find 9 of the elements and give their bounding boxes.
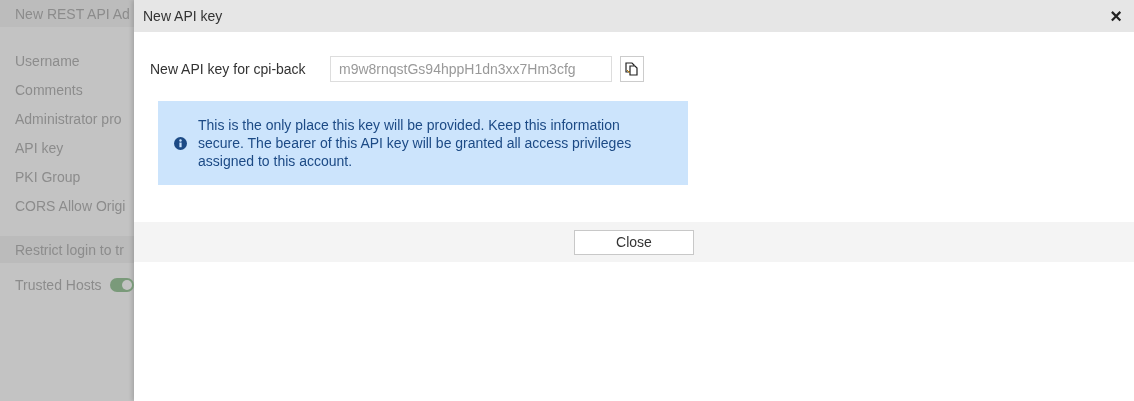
info-message: This is the only place this key will be provided. Keep this information secure. The bearer of this API key will be granted all access privileges assigned to this account. xyxy=(198,116,633,170)
field-label: New API key for cpi-back xyxy=(150,61,307,77)
copy-button[interactable] xyxy=(620,56,644,82)
copy-icon xyxy=(624,61,640,77)
close-icon[interactable]: × xyxy=(1110,6,1122,26)
dialog-title: New API key xyxy=(143,8,223,24)
info-icon xyxy=(174,136,187,150)
close-button[interactable]: Close xyxy=(574,229,694,255)
toggle-switch[interactable] xyxy=(109,278,134,292)
